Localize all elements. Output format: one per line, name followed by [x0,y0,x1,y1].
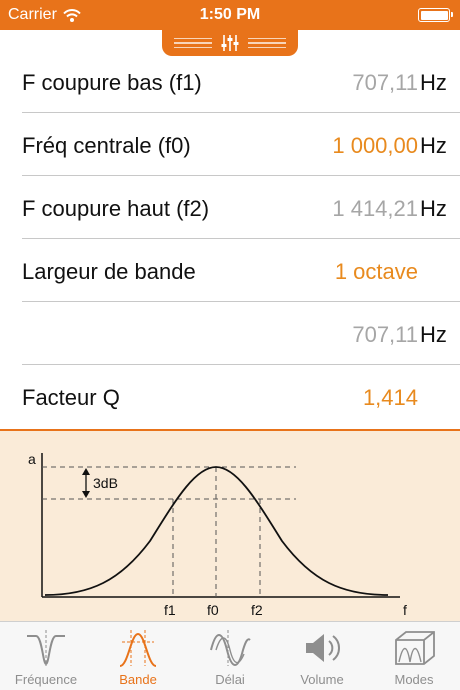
status-time: 1:50 PM [199,6,261,23]
tab-volume[interactable]: Volume [276,622,368,690]
tab-bar: Fréquence Bande Délai Volume Modes [0,621,460,690]
row-unit: Hz [420,196,447,221]
3db-arrow [82,468,90,498]
f1-label: f1 [164,602,176,618]
delay-wave-icon [210,630,251,666]
bandwidth-hz-value[interactable]: 707,11 [352,322,418,348]
low-cutoff-value[interactable]: 707,11 [352,70,418,96]
row-label: F coupure haut (f2) [22,196,210,221]
tab-modes[interactable]: Modes [368,622,460,690]
battery-icon [418,8,453,22]
tab-delay[interactable]: Délai [184,622,276,690]
f0-label: f0 [207,602,219,618]
bandwidth-value[interactable]: 1 octave [335,259,418,285]
row-bandwidth-hz[interactable]: 707,11 Hz [22,302,460,365]
row-unit: Hz [420,133,447,158]
y-axis-label: a [28,451,36,467]
speaker-icon [306,634,340,662]
row-bandwidth[interactable]: Largeur de bande 1 octave [22,239,460,302]
tab-label: Modes [394,672,434,687]
high-cutoff-value[interactable]: 1 414,21 [332,196,418,222]
tab-label: Volume [300,672,344,687]
bandpass-diagram: a 3dB f1 f0 f2 f [28,451,407,618]
q-factor-value[interactable]: 1,414 [363,385,418,411]
row-center-frequency[interactable]: Fréq centrale (f0) 1 000,00 Hz [22,113,460,176]
f2-label: f2 [251,602,263,618]
status-bar: Carrier 1:50 PM [0,0,460,30]
frequency-curve-icon [27,630,65,666]
room-modes-icon [395,631,435,665]
row-unit: Hz [420,322,447,347]
bandpass-diagram-panel: a 3dB f1 f0 f2 f [0,429,460,621]
row-low-cutoff[interactable]: F coupure bas (f1) 707,11 Hz [22,50,460,113]
row-unit: Hz [420,70,447,95]
row-label: F coupure bas (f1) [22,70,202,95]
center-frequency-value[interactable]: 1 000,00 [332,133,418,159]
grip-lines-left [174,37,212,49]
row-q-factor[interactable]: Facteur Q 1,414 [22,365,460,428]
db-label: 3dB [93,475,118,491]
tab-frequency[interactable]: Fréquence [0,622,92,690]
row-label: Largeur de bande [22,259,196,284]
tab-label: Fréquence [14,672,78,687]
row-label: Fréq centrale (f0) [22,133,191,158]
tab-band[interactable]: Bande [92,622,184,690]
band-parameters-list: F coupure bas (f1) 707,11 Hz Fréq centra… [0,50,460,428]
tab-label: Bande [119,672,157,687]
grip-lines-right [248,37,286,49]
tab-label: Délai [215,672,245,687]
row-high-cutoff[interactable]: F coupure haut (f2) 1 414,21 Hz [22,176,460,239]
row-label: Facteur Q [22,385,120,410]
band-curve-icon [119,630,157,667]
x-axis-label: f [403,602,407,618]
